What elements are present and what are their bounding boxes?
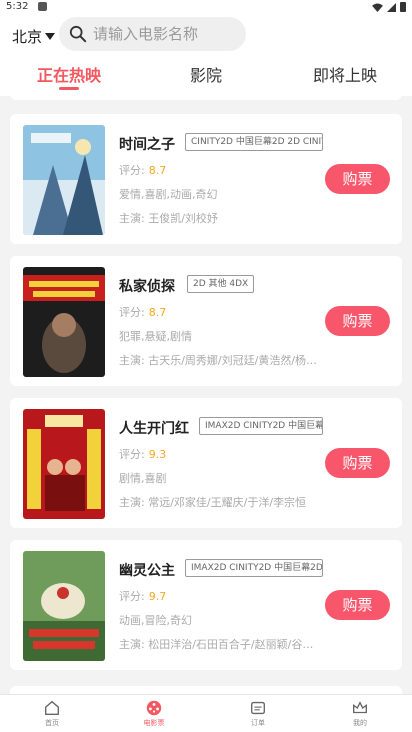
tab-now-showing[interactable]: 正在热映 — [37, 62, 101, 86]
format-tags: 2D 其他 4DX — [187, 275, 255, 293]
search-icon — [69, 25, 87, 43]
city-selector[interactable]: 北京 — [12, 26, 56, 47]
poster-image — [23, 125, 105, 235]
tab-coming-soon[interactable]: 即将上映 — [313, 62, 377, 86]
nav-mine-label: 我的 — [353, 719, 367, 727]
caret-down-icon — [45, 33, 56, 40]
next-card-fragment — [10, 686, 402, 694]
nav-home-label: 首页 — [45, 719, 59, 727]
status-icons — [372, 2, 406, 12]
movie-poster[interactable] — [23, 551, 105, 661]
movie-cast: 主演: 常远/邓家佳/王耀庆/于洋/李宗恒 — [119, 496, 307, 509]
format-tags: IMAX2D CINITY2D 中国巨幕 — [199, 417, 323, 435]
movie-poster[interactable] — [23, 125, 105, 235]
poster-image — [23, 551, 105, 661]
movie-card[interactable]: 时间之子 CINITY2D 中国巨幕2D 2D CINITY 评分: 8.7 爱情… — [10, 114, 402, 244]
movie-poster[interactable] — [23, 267, 105, 377]
movie-genre: 爱情,喜剧,动画,奇幻 — [119, 188, 218, 201]
buy-ticket-button[interactable]: 购票 — [325, 590, 390, 620]
active-tab-indicator — [59, 87, 79, 90]
nav-home[interactable]: 首页 — [22, 699, 82, 728]
ticket-icon — [251, 701, 265, 715]
signal-icon — [387, 2, 396, 12]
search-input[interactable] — [93, 25, 243, 43]
tab-cinemas[interactable]: 影院 — [190, 62, 222, 86]
rating-label: 评分: — [119, 590, 145, 603]
nav-mine[interactable]: 我的 — [330, 699, 390, 728]
poster-image — [23, 267, 105, 377]
nav-movie-tickets-label: 电影票 — [143, 719, 165, 727]
battery-icon — [400, 2, 406, 12]
movie-genre: 犯罪,悬疑,剧情 — [119, 330, 192, 343]
format-tags: CINITY2D 中国巨幕2D 2D CINITY — [185, 133, 323, 151]
rating-label: 评分: — [119, 448, 145, 461]
buy-ticket-button[interactable]: 购票 — [325, 306, 390, 336]
city-label: 北京 — [12, 28, 43, 46]
rating: 评分: 8.7 — [119, 162, 166, 178]
rating-label: 评分: — [119, 164, 145, 177]
search-bar[interactable] — [59, 17, 246, 51]
bottom-nav: 首页 电影票 订单 我的 — [0, 694, 412, 732]
movie-genre: 剧情,喜剧 — [119, 472, 167, 485]
buy-ticket-button[interactable]: 购票 — [325, 448, 390, 478]
rating-score: 8.7 — [148, 306, 167, 319]
movie-list[interactable]: 时间之子 CINITY2D 中国巨幕2D 2D CINITY 评分: 8.7 爱情… — [0, 96, 412, 694]
poster-image — [23, 409, 105, 519]
movie-genre: 动画,冒险,奇幻 — [119, 614, 192, 627]
tab-bar: 正在热映 影院 即将上映 — [0, 62, 412, 96]
rating-label: 评分: — [119, 306, 145, 319]
movie-card[interactable]: 私家侦探 2D 其他 4DX 评分: 8.7 犯罪,悬疑,剧情 主演: 古天乐/周… — [10, 256, 402, 386]
movie-cast: 主演: 王俊凯/刘校妤 — [119, 212, 218, 225]
movie-cast: 主演: 松田洋治/石田百合子/赵丽颖/谷… — [119, 638, 314, 651]
movie-title[interactable]: 时间之子 — [119, 134, 175, 154]
movie-card[interactable]: 幽灵公主 IMAX2D CINITY2D 中国巨幕2D 评分: 9.7 动画,冒险… — [10, 540, 402, 670]
wifi-icon — [372, 2, 383, 12]
rating-score: 8.7 — [148, 164, 167, 177]
rating: 评分: 9.3 — [119, 446, 166, 462]
status-time: 5:32 — [6, 1, 29, 12]
film-reel-icon — [146, 700, 162, 716]
movie-poster[interactable] — [23, 409, 105, 519]
nav-orders-label: 订单 — [251, 719, 265, 727]
movie-cast: 主演: 古天乐/周秀娜/刘冠廷/黄浩然/杨… — [119, 354, 318, 367]
home-icon — [45, 700, 59, 715]
previous-card-fragment — [10, 96, 402, 100]
movie-title[interactable]: 私家侦探 — [119, 276, 175, 296]
nav-orders[interactable]: 订单 — [228, 699, 288, 728]
movie-card[interactable]: 人生开门红 IMAX2D CINITY2D 中国巨幕 评分: 9.3 剧情,喜剧 … — [10, 398, 402, 528]
status-bar: 5:32 — [0, 0, 412, 14]
buy-ticket-button[interactable]: 购票 — [325, 164, 390, 194]
top-bar: 北京 正在热映 影院 即将上映 — [0, 14, 412, 96]
notification-icon — [38, 2, 47, 11]
format-tags: IMAX2D CINITY2D 中国巨幕2D — [185, 559, 323, 577]
nav-movie-tickets[interactable]: 电影票 — [124, 699, 184, 728]
movie-title[interactable]: 幽灵公主 — [119, 560, 175, 580]
rating: 评分: 8.7 — [119, 304, 166, 320]
rating-score: 9.7 — [148, 590, 167, 603]
movie-title[interactable]: 人生开门红 — [119, 418, 189, 438]
rating: 评分: 9.7 — [119, 588, 166, 604]
rating-score: 9.3 — [148, 448, 167, 461]
crown-icon — [353, 701, 367, 714]
